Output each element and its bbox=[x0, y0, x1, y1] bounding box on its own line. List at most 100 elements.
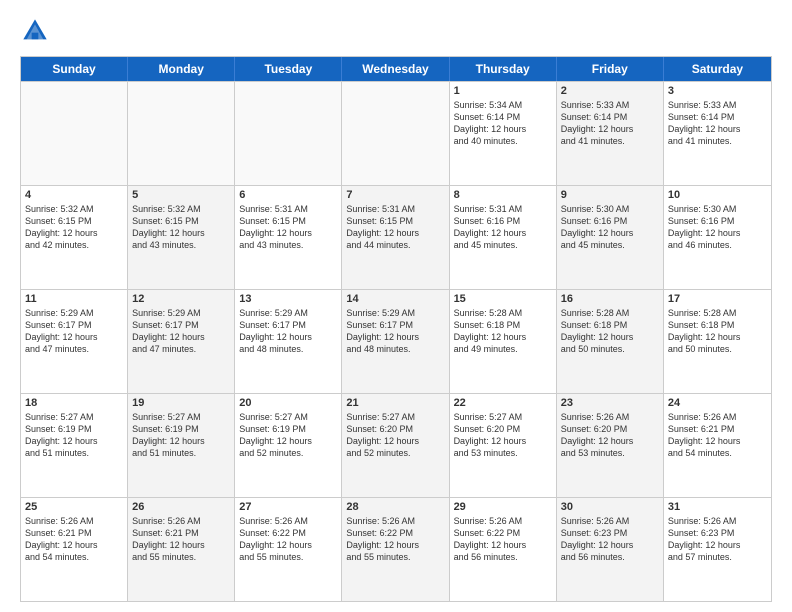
logo bbox=[20, 16, 54, 46]
sunset-text: Sunset: 6:20 PM bbox=[346, 423, 444, 435]
daylight-extra: and 54 minutes. bbox=[25, 551, 123, 563]
sunrise-text: Sunrise: 5:29 AM bbox=[239, 307, 337, 319]
daylight-text: Daylight: 12 hours bbox=[668, 435, 767, 447]
daylight-extra: and 56 minutes. bbox=[561, 551, 659, 563]
day-number: 1 bbox=[454, 85, 552, 97]
daylight-text: Daylight: 12 hours bbox=[346, 227, 444, 239]
day-number: 4 bbox=[25, 189, 123, 201]
daylight-extra: and 48 minutes. bbox=[346, 343, 444, 355]
sunset-text: Sunset: 6:20 PM bbox=[454, 423, 552, 435]
cal-week-1: 1Sunrise: 5:34 AMSunset: 6:14 PMDaylight… bbox=[21, 81, 771, 185]
cal-cell-7: 7Sunrise: 5:31 AMSunset: 6:15 PMDaylight… bbox=[342, 186, 449, 289]
daylight-text: Daylight: 12 hours bbox=[454, 539, 552, 551]
day-number: 28 bbox=[346, 501, 444, 513]
day-number: 17 bbox=[668, 293, 767, 305]
cal-cell-9: 9Sunrise: 5:30 AMSunset: 6:16 PMDaylight… bbox=[557, 186, 664, 289]
day-number: 30 bbox=[561, 501, 659, 513]
sunrise-text: Sunrise: 5:32 AM bbox=[25, 203, 123, 215]
daylight-text: Daylight: 12 hours bbox=[25, 435, 123, 447]
logo-icon bbox=[20, 16, 50, 46]
sunset-text: Sunset: 6:17 PM bbox=[346, 319, 444, 331]
cal-week-5: 25Sunrise: 5:26 AMSunset: 6:21 PMDayligh… bbox=[21, 497, 771, 601]
day-number: 7 bbox=[346, 189, 444, 201]
day-number: 31 bbox=[668, 501, 767, 513]
sunrise-text: Sunrise: 5:26 AM bbox=[668, 515, 767, 527]
cal-header-sunday: Sunday bbox=[21, 57, 128, 81]
sunset-text: Sunset: 6:21 PM bbox=[25, 527, 123, 539]
daylight-text: Daylight: 12 hours bbox=[454, 435, 552, 447]
sunset-text: Sunset: 6:21 PM bbox=[132, 527, 230, 539]
cal-cell-25: 25Sunrise: 5:26 AMSunset: 6:21 PMDayligh… bbox=[21, 498, 128, 601]
sunrise-text: Sunrise: 5:27 AM bbox=[25, 411, 123, 423]
sunset-text: Sunset: 6:18 PM bbox=[561, 319, 659, 331]
daylight-text: Daylight: 12 hours bbox=[668, 227, 767, 239]
daylight-extra: and 41 minutes. bbox=[668, 135, 767, 147]
day-number: 6 bbox=[239, 189, 337, 201]
daylight-extra: and 43 minutes. bbox=[132, 239, 230, 251]
sunset-text: Sunset: 6:19 PM bbox=[25, 423, 123, 435]
day-number: 22 bbox=[454, 397, 552, 409]
daylight-extra: and 40 minutes. bbox=[454, 135, 552, 147]
sunset-text: Sunset: 6:14 PM bbox=[454, 111, 552, 123]
cal-cell-4: 4Sunrise: 5:32 AMSunset: 6:15 PMDaylight… bbox=[21, 186, 128, 289]
day-number: 8 bbox=[454, 189, 552, 201]
daylight-text: Daylight: 12 hours bbox=[668, 539, 767, 551]
sunrise-text: Sunrise: 5:33 AM bbox=[668, 99, 767, 111]
daylight-extra: and 52 minutes. bbox=[346, 447, 444, 459]
sunrise-text: Sunrise: 5:29 AM bbox=[132, 307, 230, 319]
day-number: 26 bbox=[132, 501, 230, 513]
sunrise-text: Sunrise: 5:31 AM bbox=[346, 203, 444, 215]
sunset-text: Sunset: 6:22 PM bbox=[239, 527, 337, 539]
daylight-extra: and 55 minutes. bbox=[132, 551, 230, 563]
cal-header-monday: Monday bbox=[128, 57, 235, 81]
cal-cell-18: 18Sunrise: 5:27 AMSunset: 6:19 PMDayligh… bbox=[21, 394, 128, 497]
day-number: 12 bbox=[132, 293, 230, 305]
daylight-text: Daylight: 12 hours bbox=[561, 227, 659, 239]
day-number: 5 bbox=[132, 189, 230, 201]
daylight-text: Daylight: 12 hours bbox=[25, 539, 123, 551]
sunrise-text: Sunrise: 5:28 AM bbox=[561, 307, 659, 319]
sunset-text: Sunset: 6:18 PM bbox=[454, 319, 552, 331]
daylight-extra: and 57 minutes. bbox=[668, 551, 767, 563]
daylight-text: Daylight: 12 hours bbox=[239, 539, 337, 551]
daylight-extra: and 41 minutes. bbox=[561, 135, 659, 147]
daylight-text: Daylight: 12 hours bbox=[668, 123, 767, 135]
day-number: 23 bbox=[561, 397, 659, 409]
daylight-text: Daylight: 12 hours bbox=[239, 331, 337, 343]
page: SundayMondayTuesdayWednesdayThursdayFrid… bbox=[0, 0, 792, 612]
cal-cell-26: 26Sunrise: 5:26 AMSunset: 6:21 PMDayligh… bbox=[128, 498, 235, 601]
cal-cell-28: 28Sunrise: 5:26 AMSunset: 6:22 PMDayligh… bbox=[342, 498, 449, 601]
sunrise-text: Sunrise: 5:29 AM bbox=[346, 307, 444, 319]
daylight-extra: and 48 minutes. bbox=[239, 343, 337, 355]
sunrise-text: Sunrise: 5:26 AM bbox=[132, 515, 230, 527]
cal-cell-8: 8Sunrise: 5:31 AMSunset: 6:16 PMDaylight… bbox=[450, 186, 557, 289]
sunrise-text: Sunrise: 5:27 AM bbox=[239, 411, 337, 423]
sunrise-text: Sunrise: 5:33 AM bbox=[561, 99, 659, 111]
sunset-text: Sunset: 6:16 PM bbox=[561, 215, 659, 227]
cal-header-thursday: Thursday bbox=[450, 57, 557, 81]
daylight-extra: and 47 minutes. bbox=[25, 343, 123, 355]
day-number: 25 bbox=[25, 501, 123, 513]
sunset-text: Sunset: 6:16 PM bbox=[454, 215, 552, 227]
daylight-extra: and 53 minutes. bbox=[454, 447, 552, 459]
sunrise-text: Sunrise: 5:26 AM bbox=[239, 515, 337, 527]
daylight-text: Daylight: 12 hours bbox=[561, 539, 659, 551]
day-number: 20 bbox=[239, 397, 337, 409]
day-number: 13 bbox=[239, 293, 337, 305]
cal-cell-19: 19Sunrise: 5:27 AMSunset: 6:19 PMDayligh… bbox=[128, 394, 235, 497]
sunset-text: Sunset: 6:21 PM bbox=[668, 423, 767, 435]
cal-cell-5: 5Sunrise: 5:32 AMSunset: 6:15 PMDaylight… bbox=[128, 186, 235, 289]
day-number: 21 bbox=[346, 397, 444, 409]
sunset-text: Sunset: 6:19 PM bbox=[239, 423, 337, 435]
sunrise-text: Sunrise: 5:26 AM bbox=[346, 515, 444, 527]
sunset-text: Sunset: 6:17 PM bbox=[25, 319, 123, 331]
daylight-extra: and 56 minutes. bbox=[454, 551, 552, 563]
sunrise-text: Sunrise: 5:31 AM bbox=[454, 203, 552, 215]
sunrise-text: Sunrise: 5:28 AM bbox=[454, 307, 552, 319]
daylight-text: Daylight: 12 hours bbox=[25, 227, 123, 239]
cal-cell-13: 13Sunrise: 5:29 AMSunset: 6:17 PMDayligh… bbox=[235, 290, 342, 393]
daylight-text: Daylight: 12 hours bbox=[561, 435, 659, 447]
sunrise-text: Sunrise: 5:29 AM bbox=[25, 307, 123, 319]
cal-cell-3: 3Sunrise: 5:33 AMSunset: 6:14 PMDaylight… bbox=[664, 82, 771, 185]
cal-week-2: 4Sunrise: 5:32 AMSunset: 6:15 PMDaylight… bbox=[21, 185, 771, 289]
